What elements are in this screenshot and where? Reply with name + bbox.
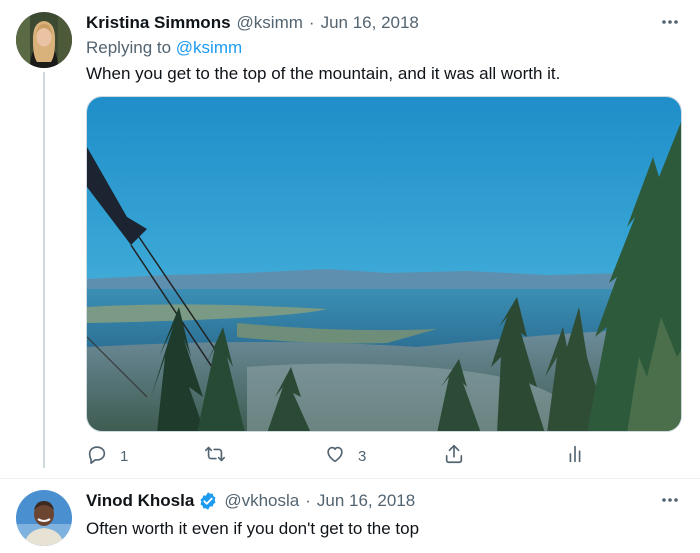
tweet-header: Vinod Khosla @vkhosla · Jun 16, 2018: [86, 490, 415, 512]
analytics-icon: [564, 443, 586, 469]
reply-count: 1: [120, 447, 129, 465]
heart-icon: [324, 443, 346, 469]
like-button[interactable]: 3: [324, 444, 366, 468]
verified-badge-icon: [198, 491, 218, 511]
author-name[interactable]: Kristina Simmons: [86, 13, 231, 33]
tweet-text: Often worth it even if you don't get to …: [86, 519, 420, 538]
separator-dot: ·: [305, 491, 311, 510]
replying-to-handle-link[interactable]: @ksimm: [176, 38, 242, 57]
like-count: 3: [358, 447, 367, 465]
avatar-vinod[interactable]: [16, 490, 72, 546]
author-handle[interactable]: @vkhosla: [224, 491, 299, 511]
author-handle[interactable]: @ksimm: [237, 13, 303, 33]
retweet-button[interactable]: [204, 444, 226, 468]
tweet-date[interactable]: Jun 16, 2018: [317, 491, 415, 511]
author-name[interactable]: Vinod Khosla: [86, 491, 194, 511]
tweet-date[interactable]: Jun 16, 2018: [321, 13, 419, 33]
tweet-photo[interactable]: [86, 96, 682, 432]
tweet-actions: 1 3: [86, 444, 586, 468]
tweet-vinod[interactable]: Vinod Khosla @vkhosla · Jun 16, 2018 Oft…: [0, 478, 700, 553]
share-icon: [443, 443, 465, 469]
reply-icon: [86, 443, 108, 469]
tweet-text: When you get to the top of the mountain,…: [86, 64, 561, 83]
tweet-kristina[interactable]: Kristina Simmons @ksimm · Jun 16, 2018 R…: [0, 0, 700, 478]
reply-button[interactable]: 1: [86, 444, 128, 468]
retweet-icon: [204, 443, 226, 469]
replying-to-line: Replying to @ksimm: [86, 38, 242, 58]
more-icon[interactable]: [658, 10, 682, 34]
more-icon[interactable]: [658, 488, 682, 512]
tweet-header: Kristina Simmons @ksimm · Jun 16, 2018: [86, 12, 419, 34]
avatar-kristina[interactable]: [16, 12, 72, 68]
analytics-button[interactable]: [564, 444, 586, 468]
share-button[interactable]: [443, 444, 465, 468]
replying-to-label: Replying to: [86, 38, 172, 57]
separator-dot: ·: [308, 13, 315, 32]
